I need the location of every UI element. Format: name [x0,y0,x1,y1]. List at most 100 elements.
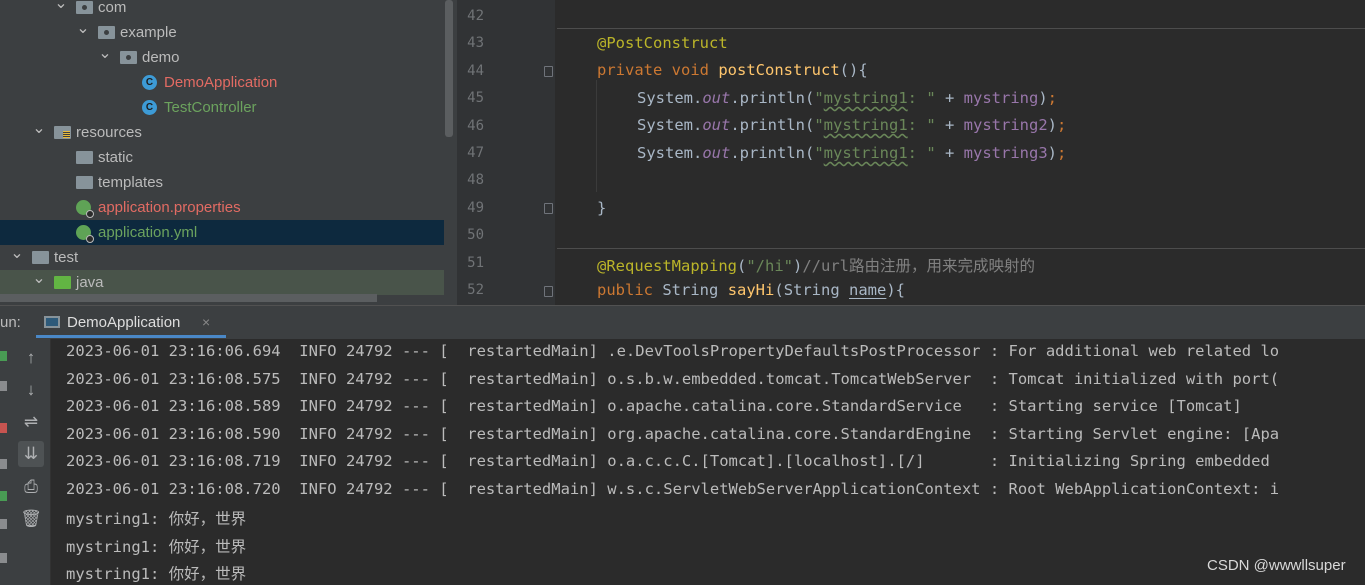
line-number: 44 [467,62,484,79]
spring-config-icon [76,225,94,243]
console-line: mystring1: 你好，世界 [66,510,247,528]
package-folder-icon [120,50,137,65]
tree-item-label: example [120,24,177,41]
string-literal: : " [907,116,936,134]
soft-wrap-icon[interactable]: ⇌ [18,409,44,435]
tree-item-label: application.properties [98,199,241,216]
chevron-down-icon[interactable]: ⌄ [54,0,68,20]
folder-icon [32,250,49,265]
method-name: postConstruct [718,61,840,79]
keyword: void [671,61,709,79]
tree-item-demoapplication[interactable]: C DemoApplication [0,70,444,95]
folder-icon [76,150,93,165]
indent-guide [596,80,597,192]
tree-item-label: resources [76,124,142,141]
tree-item-resources[interactable]: ⌄ resources [0,120,444,145]
tab-close-icon[interactable]: × [202,314,210,330]
console-output[interactable]: 2023-06-01 23:16:06.694 INFO 24792 --- [… [51,339,1365,585]
code-line-49: } [597,199,606,217]
punctuation: ) [793,257,803,275]
run-tool-window-header: un: DemoApplication × [0,305,1365,339]
print-icon[interactable]: ⎙ [18,474,44,500]
fold-marker-icon[interactable] [544,203,553,214]
camera-icon[interactable] [0,459,7,469]
package-folder-icon [76,0,93,15]
console-line: 2023-06-01 23:16:08.720 INFO 24792 --- [… [66,479,1280,498]
test-source-folder-icon [54,275,71,290]
stop-icon[interactable] [0,423,7,433]
tree-item-application-yml[interactable]: application.yml [0,220,444,245]
tree-item-label: templates [98,174,164,191]
tree-item-java[interactable]: ⌄ java [0,270,444,295]
line-number: 42 [467,8,484,24]
string-literal-typo: mystring1 [823,144,908,162]
console-line: 2023-06-01 23:16:08.719 INFO 24792 --- [… [66,452,1270,470]
punctuation: ; [1057,116,1067,134]
chevron-down-icon[interactable]: ⌄ [32,120,46,145]
tree-item-testcontroller[interactable]: C TestController [0,95,444,120]
tree-item-demo[interactable]: ⌄ demo [0,45,444,70]
tree-item-label: static [98,149,134,166]
tree-item-com[interactable]: ⌄ com [0,0,444,20]
spring-boot-class-icon: C [142,75,159,90]
console-line: mystring1: 你好，世界 [66,565,247,583]
run-actions-strip [0,339,13,585]
tree-horizontal-scrollbar[interactable] [0,294,377,302]
code-line-51: @RequestMapping("/hi")//url路由注册，用来完成映射的 [597,254,1035,276]
console-line: mystring1: 你好，世界 [66,537,247,556]
static-field: out [702,116,731,134]
field-ref: mystring3 [963,144,1048,162]
layout-icon[interactable] [0,519,7,529]
parameter-name: name [849,281,887,299]
tree-item-example[interactable]: ⌄ example [0,20,444,45]
tree-item-label: com [98,0,127,16]
fold-marker-icon[interactable] [544,286,553,297]
scroll-up-icon[interactable]: ↑ [18,345,44,371]
string-literal: : " [907,89,936,107]
punctuation: ){ [886,281,906,299]
project-tree: ⌄ com ⌄ example ⌄ demo C DemoApplication C TestCo… [0,0,457,305]
tree-item-templates[interactable]: templates [0,170,444,195]
method-separator [557,28,1365,29]
line-number: 43 [467,35,484,52]
console-line: 2023-06-01 23:16:08.589 INFO 24792 --- [… [66,397,1242,415]
operator: + [935,144,964,162]
field-ref: mystring [963,89,1039,107]
line-number: 49 [467,199,484,216]
tree-item-test[interactable]: ⌄ test [0,245,444,270]
chevron-down-icon[interactable]: ⌄ [32,270,46,295]
tree-item-static[interactable]: static [0,145,444,170]
keyword: private [597,61,663,79]
scroll-down-icon[interactable]: ↓ [18,377,44,403]
fold-marker-icon[interactable] [544,66,553,77]
scroll-to-end-icon[interactable]: ⇊ [18,441,44,467]
punctuation: ) [1047,144,1058,162]
console-line: 2023-06-01 23:16:06.694 INFO 24792 --- [… [66,342,1280,360]
punctuation: ; [1047,89,1058,107]
line-number: 46 [467,117,484,134]
clear-all-icon[interactable]: 🗑 [18,506,44,532]
refresh-icon[interactable] [0,381,7,391]
package-folder-icon [98,25,115,40]
line-number: 45 [467,90,484,107]
code-line-45: System.out.println("mystring1: " + mystr… [637,89,1057,107]
tree-vertical-scrollbar[interactable] [445,0,453,137]
tree-item-label: java [76,274,104,291]
chevron-down-icon[interactable]: ⌄ [98,45,112,70]
tree-item-application-properties[interactable]: application.properties [0,195,444,220]
chevron-down-icon[interactable]: ⌄ [76,20,90,45]
string-literal: "/hi" [746,257,793,275]
code-line-44: private void postConstruct(){ [597,61,868,79]
type-name: String [662,281,719,299]
console-toolbar: ↑ ↓ ⇌ ⇊ ⎙ 🗑 [13,339,51,585]
rerun-icon[interactable] [0,351,7,361]
line-number: 47 [467,145,484,161]
static-field: out [702,89,731,107]
chevron-down-icon[interactable]: ⌄ [10,245,24,270]
pin-icon[interactable] [0,553,7,563]
debug-icon[interactable] [0,491,7,501]
code-text: System. [637,116,703,134]
punctuation: } [597,199,607,217]
resources-folder-icon [54,125,71,140]
run-config-icon [44,316,60,328]
